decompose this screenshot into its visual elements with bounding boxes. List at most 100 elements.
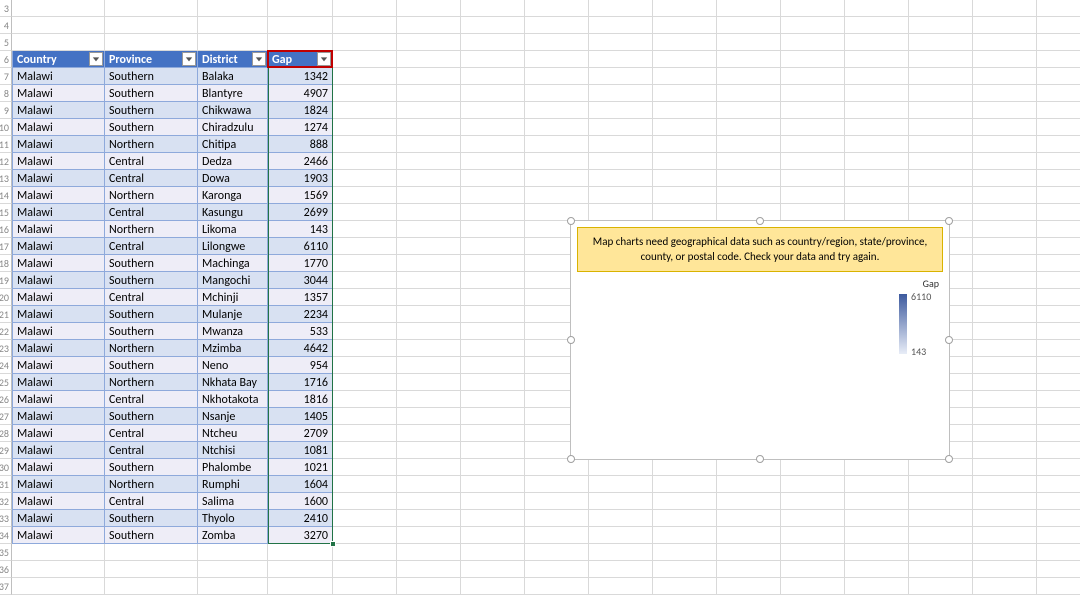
table-cell[interactable]: 1600 — [268, 493, 333, 510]
table-cell[interactable]: Malawi — [12, 289, 105, 306]
cell[interactable] — [845, 510, 909, 527]
cell[interactable] — [973, 85, 1037, 102]
cell[interactable] — [268, 544, 333, 561]
cell[interactable] — [461, 68, 525, 85]
cell[interactable] — [461, 187, 525, 204]
cell[interactable] — [1037, 442, 1080, 459]
table-cell[interactable]: Mwanza — [198, 323, 268, 340]
table-cell[interactable]: Southern — [105, 408, 198, 425]
cell[interactable] — [333, 102, 397, 119]
cell[interactable] — [333, 255, 397, 272]
cell[interactable] — [525, 527, 589, 544]
cell[interactable] — [12, 578, 105, 595]
cell[interactable] — [397, 187, 461, 204]
row-header[interactable]: 5 — [0, 34, 12, 51]
table-cell[interactable]: 1081 — [268, 442, 333, 459]
cell[interactable] — [717, 459, 781, 476]
cell[interactable] — [397, 153, 461, 170]
cell[interactable] — [909, 459, 973, 476]
cell[interactable] — [973, 527, 1037, 544]
cell[interactable] — [12, 561, 105, 578]
table-cell[interactable]: Central — [105, 204, 198, 221]
cell[interactable] — [909, 119, 973, 136]
cell[interactable] — [397, 306, 461, 323]
cell[interactable] — [653, 187, 717, 204]
table-cell[interactable]: 1816 — [268, 391, 333, 408]
cell[interactable] — [1037, 561, 1080, 578]
cell[interactable] — [525, 510, 589, 527]
cell[interactable] — [653, 51, 717, 68]
cell[interactable] — [461, 119, 525, 136]
table-cell[interactable]: Malawi — [12, 85, 105, 102]
table-cell[interactable]: Central — [105, 493, 198, 510]
row-header[interactable]: 9 — [0, 102, 12, 119]
cell[interactable] — [845, 187, 909, 204]
cell[interactable] — [1037, 255, 1080, 272]
cell[interactable] — [1037, 391, 1080, 408]
cell[interactable] — [589, 102, 653, 119]
cell[interactable] — [909, 187, 973, 204]
cell[interactable] — [397, 561, 461, 578]
cell[interactable] — [717, 17, 781, 34]
cell[interactable] — [589, 17, 653, 34]
table-cell[interactable]: Malawi — [12, 272, 105, 289]
table-cell[interactable]: Central — [105, 425, 198, 442]
cell[interactable] — [1037, 544, 1080, 561]
cell[interactable] — [589, 136, 653, 153]
row-header[interactable]: 30 — [0, 459, 12, 476]
cell[interactable] — [105, 17, 198, 34]
table-cell[interactable]: Central — [105, 153, 198, 170]
cell[interactable] — [589, 527, 653, 544]
cell[interactable] — [845, 153, 909, 170]
cell[interactable] — [333, 85, 397, 102]
cell[interactable] — [845, 476, 909, 493]
cell[interactable] — [1037, 578, 1080, 595]
cell[interactable] — [461, 51, 525, 68]
cell[interactable] — [909, 510, 973, 527]
cell[interactable] — [525, 17, 589, 34]
cell[interactable] — [1037, 527, 1080, 544]
cell[interactable] — [1037, 0, 1080, 17]
cell[interactable] — [845, 170, 909, 187]
table-cell[interactable]: Chiradzulu — [198, 119, 268, 136]
table-cell[interactable]: Malawi — [12, 391, 105, 408]
table-cell[interactable]: Central — [105, 391, 198, 408]
cell[interactable] — [397, 85, 461, 102]
row-header[interactable]: 25 — [0, 374, 12, 391]
cell[interactable] — [397, 544, 461, 561]
cell[interactable] — [909, 17, 973, 34]
row-header[interactable]: 31 — [0, 476, 12, 493]
cell[interactable] — [973, 119, 1037, 136]
filter-dropdown-icon[interactable] — [317, 52, 331, 66]
cell[interactable] — [653, 459, 717, 476]
cell[interactable] — [589, 204, 653, 221]
row-header[interactable]: 28 — [0, 425, 12, 442]
cell[interactable] — [973, 357, 1037, 374]
cell[interactable] — [12, 544, 105, 561]
cell[interactable] — [461, 34, 525, 51]
cell[interactable] — [397, 221, 461, 238]
cell[interactable] — [461, 204, 525, 221]
cell[interactable] — [105, 544, 198, 561]
table-cell[interactable]: 2410 — [268, 510, 333, 527]
cell[interactable] — [973, 136, 1037, 153]
cell[interactable] — [909, 493, 973, 510]
row-header[interactable]: 27 — [0, 408, 12, 425]
cell[interactable] — [461, 578, 525, 595]
cell[interactable] — [845, 85, 909, 102]
cell[interactable] — [909, 153, 973, 170]
cell[interactable] — [973, 289, 1037, 306]
cell[interactable] — [333, 323, 397, 340]
table-cell[interactable]: Northern — [105, 136, 198, 153]
table-cell[interactable]: Blantyre — [198, 85, 268, 102]
cell[interactable] — [268, 578, 333, 595]
cell[interactable] — [525, 187, 589, 204]
cell[interactable] — [525, 459, 589, 476]
cell[interactable] — [589, 51, 653, 68]
table-cell[interactable]: 1716 — [268, 374, 333, 391]
cell[interactable] — [397, 391, 461, 408]
cell[interactable] — [333, 34, 397, 51]
cell[interactable] — [333, 493, 397, 510]
row-header[interactable]: 32 — [0, 493, 12, 510]
cell[interactable] — [397, 272, 461, 289]
